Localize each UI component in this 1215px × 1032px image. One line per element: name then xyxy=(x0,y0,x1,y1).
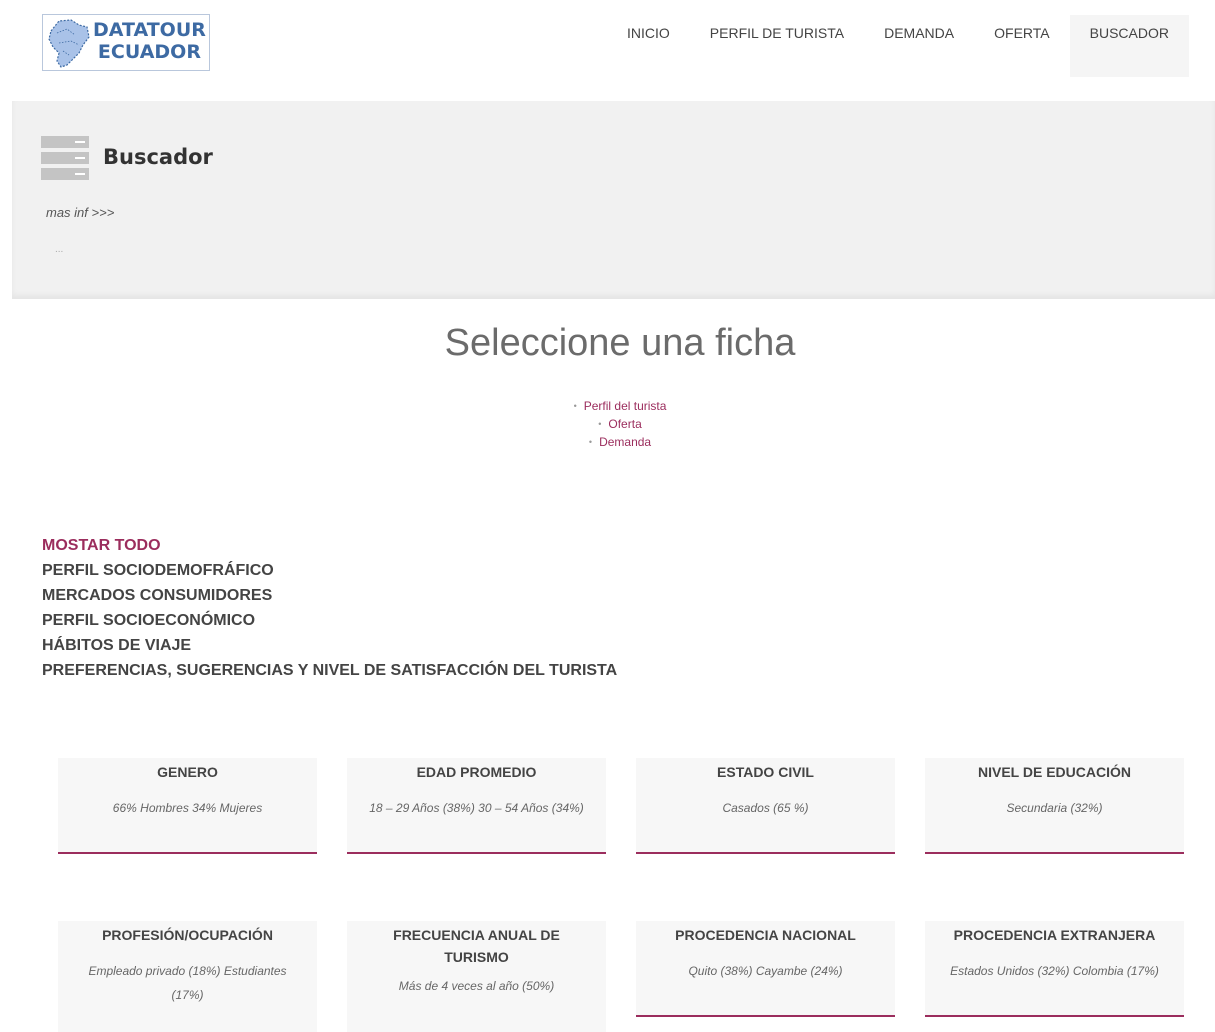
card-title: PROCEDENCIA NACIONAL xyxy=(675,927,856,943)
more-info-link[interactable]: mas inf >>> xyxy=(46,205,114,220)
page-title: Buscador xyxy=(103,145,213,169)
card-value: 66% Hombres 34% Mujeres xyxy=(112,801,263,815)
stat-card-profesion: PROFESIÓN/OCUPACIÓN Empleado privado (18… xyxy=(58,921,317,1032)
ficha-link-perfil-del-turista[interactable]: Perfil del turista xyxy=(0,397,1215,415)
filter-mostrar-todo[interactable]: MOSTAR TODO xyxy=(42,533,617,558)
card-value: Secundaria (32%) xyxy=(1006,801,1103,815)
page-banner: Buscador mas inf >>> ... xyxy=(12,101,1215,299)
ficha-list: Perfil del turista Oferta Demanda xyxy=(0,397,1215,451)
server-list-icon xyxy=(41,136,89,180)
filter-perfil-sociodemografico[interactable]: PERFIL SOCIODEMOFRÁFICO xyxy=(42,558,617,583)
filter-habitos-de-viaje[interactable]: HÁBITOS DE VIAJE xyxy=(42,633,617,658)
nav-demanda[interactable]: DEMANDA xyxy=(864,15,974,77)
brand-logo[interactable]: DATATOUR ECUADOR xyxy=(42,14,210,71)
nav-oferta[interactable]: OFERTA xyxy=(974,15,1070,77)
filter-mercados-consumidores[interactable]: MERCADOS CONSUMIDORES xyxy=(42,583,617,608)
filter-perfil-socioeconomico[interactable]: PERFIL SOCIOECONÓMICO xyxy=(42,608,617,633)
card-value: 18 – 29 Años (38%) 30 – 54 Años (34%) xyxy=(369,801,584,815)
stat-card-edad-promedio: EDAD PROMEDIO 18 – 29 Años (38%) 30 – 54… xyxy=(347,758,606,854)
card-value: Casados (65 %) xyxy=(722,801,809,815)
stat-card-nivel-de-educacion: NIVEL DE EDUCACIÓN Secundaria (32%) xyxy=(925,758,1184,854)
brand-line-2: ECUADOR xyxy=(97,41,201,63)
ficha-link-oferta[interactable]: Oferta xyxy=(0,415,1215,433)
card-title: PROFESIÓN/OCUPACIÓN xyxy=(102,927,273,943)
card-title: EDAD PROMEDIO xyxy=(416,764,537,780)
card-title: PROCEDENCIA EXTRANJERA xyxy=(953,927,1156,943)
ficha-link-demanda[interactable]: Demanda xyxy=(0,433,1215,451)
card-title: NIVEL DE EDUCACIÓN xyxy=(978,764,1131,780)
stat-card-procedencia-nacional: PROCEDENCIA NACIONAL Quito (38%) Cayambe… xyxy=(636,921,895,1017)
brand-line-1: DATATOUR xyxy=(93,19,206,41)
nav-perfil-de-turista[interactable]: PERFIL DE TURISTA xyxy=(690,15,864,77)
card-title: GENERO xyxy=(157,764,218,780)
stat-card-genero: GENERO 66% Hombres 34% Mujeres xyxy=(58,758,317,854)
ellipsis-text: ... xyxy=(55,244,64,255)
stat-card-estado-civil: ESTADO CIVIL Casados (65 %) xyxy=(636,758,895,854)
card-title: FRECUENCIA ANUAL DE TURISMO xyxy=(393,927,560,965)
nav-inicio[interactable]: INICIO xyxy=(607,15,690,77)
stat-card-procedencia-extranjera: PROCEDENCIA EXTRANJERA Estados Unidos (3… xyxy=(925,921,1184,1017)
card-value: Más de 4 veces al año (50%) xyxy=(398,979,555,993)
site-header: DATATOUR ECUADOR INICIO PERFIL DE TURIST… xyxy=(0,0,1215,100)
ecuador-map-icon xyxy=(48,19,90,68)
filter-preferencias[interactable]: PREFERENCIAS, SUGERENCIAS Y NIVEL DE SAT… xyxy=(42,658,617,683)
selector-heading: Seleccione una ficha xyxy=(444,322,796,364)
card-title: ESTADO CIVIL xyxy=(717,764,814,780)
card-value: Quito (38%) Cayambe (24%) xyxy=(688,964,843,978)
nav-buscador[interactable]: BUSCADOR xyxy=(1069,15,1189,77)
card-value: Estados Unidos (32%) Colombia (17%) xyxy=(950,964,1159,978)
main-nav: INICIO PERFIL DE TURISTA DEMANDA OFERTA … xyxy=(607,15,1189,77)
stat-card-frecuencia-anual: FRECUENCIA ANUAL DE TURISMO Más de 4 vec… xyxy=(347,921,606,1032)
card-value: Empleado privado (18%) Estudiantes (17%) xyxy=(88,964,287,1002)
filter-list: MOSTAR TODO PERFIL SOCIODEMOFRÁFICO MERC… xyxy=(42,533,617,683)
